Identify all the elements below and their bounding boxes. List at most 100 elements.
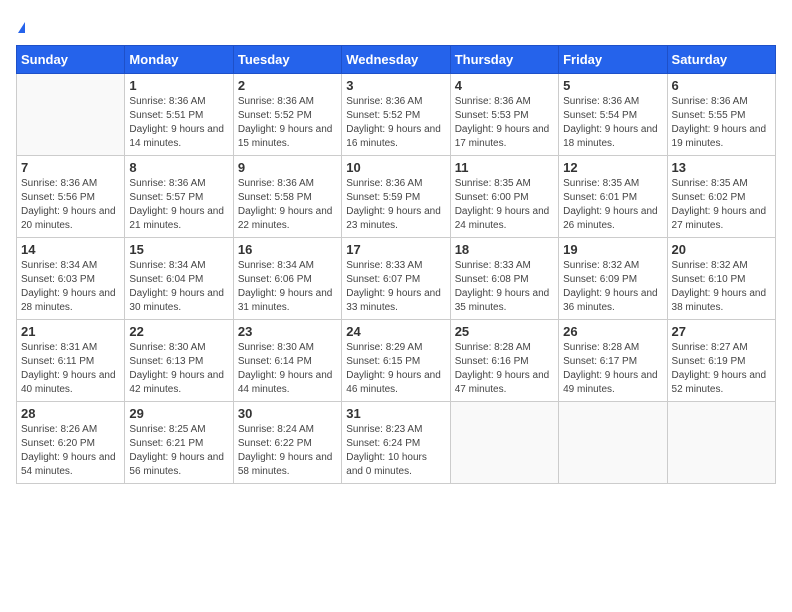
sun-info: Sunrise: 8:25 AMSunset: 6:21 PMDaylight:… (129, 423, 228, 479)
calendar-week-row: 1 Sunrise: 8:36 AMSunset: 5:51 PMDaylight… (17, 74, 776, 156)
day-number: 26 (563, 324, 662, 339)
day-number: 12 (563, 160, 662, 175)
sun-info: Sunrise: 8:36 AMSunset: 5:52 PMDaylight:… (346, 95, 445, 151)
day-number: 5 (563, 78, 662, 93)
sun-info: Sunrise: 8:35 AMSunset: 6:00 PMDaylight:… (455, 177, 554, 233)
sun-info: Sunrise: 8:36 AMSunset: 5:52 PMDaylight:… (238, 95, 337, 151)
calendar-table: SundayMondayTuesdayWednesdayThursdayFrid… (16, 45, 776, 484)
calendar-day-cell (17, 74, 125, 156)
sun-info: Sunrise: 8:33 AMSunset: 6:08 PMDaylight:… (455, 259, 554, 315)
calendar-day-cell: 16Sunrise: 8:34 AMSunset: 6:06 PMDayligh… (233, 238, 341, 320)
sun-info: Sunrise: 8:36 AMSunset: 5:58 PMDaylight:… (238, 177, 337, 233)
calendar-week-row: 28 Sunrise: 8:26 AMSunset: 6:20 PMDayligh… (17, 402, 776, 484)
day-number: 16 (238, 242, 337, 257)
weekday-header: Tuesday (233, 46, 341, 74)
calendar-day-cell: 4 Sunrise: 8:36 AMSunset: 5:53 PMDaylight… (450, 74, 558, 156)
day-number: 9 (238, 160, 337, 175)
sun-info: Sunrise: 8:34 AMSunset: 6:04 PMDaylight:… (129, 259, 228, 315)
day-number: 27 (672, 324, 771, 339)
day-number: 22 (129, 324, 228, 339)
day-number: 13 (672, 160, 771, 175)
day-number: 29 (129, 406, 228, 421)
sun-info: Sunrise: 8:26 AMSunset: 6:20 PMDaylight:… (21, 423, 120, 479)
calendar-day-cell: 10 Sunrise: 8:36 AMSunset: 5:59 PMDayligh… (342, 156, 450, 238)
calendar-day-cell: 22 Sunrise: 8:30 AMSunset: 6:13 PMDayligh… (125, 320, 233, 402)
sun-info: Sunrise: 8:32 AMSunset: 6:09 PMDaylight:… (563, 259, 662, 315)
calendar-day-cell: 30 Sunrise: 8:24 AMSunset: 6:22 PMDayligh… (233, 402, 341, 484)
calendar-week-row: 14Sunrise: 8:34 AMSunset: 6:03 PMDayligh… (17, 238, 776, 320)
calendar-day-cell: 25 Sunrise: 8:28 AMSunset: 6:16 PMDayligh… (450, 320, 558, 402)
calendar-day-cell: 7 Sunrise: 8:36 AMSunset: 5:56 PMDaylight… (17, 156, 125, 238)
weekday-header: Friday (559, 46, 667, 74)
calendar-day-cell: 31 Sunrise: 8:23 AMSunset: 6:24 PMDayligh… (342, 402, 450, 484)
sun-info: Sunrise: 8:36 AMSunset: 5:56 PMDaylight:… (21, 177, 120, 233)
day-number: 10 (346, 160, 445, 175)
day-number: 4 (455, 78, 554, 93)
calendar-day-cell: 26 Sunrise: 8:28 AMSunset: 6:17 PMDayligh… (559, 320, 667, 402)
day-number: 25 (455, 324, 554, 339)
sun-info: Sunrise: 8:36 AMSunset: 5:53 PMDaylight:… (455, 95, 554, 151)
day-number: 1 (129, 78, 228, 93)
sun-info: Sunrise: 8:36 AMSunset: 5:55 PMDaylight:… (672, 95, 771, 151)
weekday-header-row: SundayMondayTuesdayWednesdayThursdayFrid… (17, 46, 776, 74)
day-number: 23 (238, 324, 337, 339)
day-number: 20 (672, 242, 771, 257)
day-number: 21 (21, 324, 120, 339)
day-number: 17 (346, 242, 445, 257)
logo-triangle (18, 22, 25, 33)
day-number: 6 (672, 78, 771, 93)
sun-info: Sunrise: 8:23 AMSunset: 6:24 PMDaylight:… (346, 423, 445, 479)
calendar-day-cell (667, 402, 775, 484)
day-number: 8 (129, 160, 228, 175)
day-number: 11 (455, 160, 554, 175)
calendar-day-cell: 3 Sunrise: 8:36 AMSunset: 5:52 PMDaylight… (342, 74, 450, 156)
calendar-day-cell: 23 Sunrise: 8:30 AMSunset: 6:14 PMDayligh… (233, 320, 341, 402)
calendar-week-row: 21Sunrise: 8:31 AMSunset: 6:11 PMDayligh… (17, 320, 776, 402)
sun-info: Sunrise: 8:36 AMSunset: 5:59 PMDaylight:… (346, 177, 445, 233)
calendar-day-cell: 24Sunrise: 8:29 AMSunset: 6:15 PMDayligh… (342, 320, 450, 402)
weekday-header: Saturday (667, 46, 775, 74)
calendar-day-cell: 29 Sunrise: 8:25 AMSunset: 6:21 PMDayligh… (125, 402, 233, 484)
day-number: 30 (238, 406, 337, 421)
sun-info: Sunrise: 8:35 AMSunset: 6:02 PMDaylight:… (672, 177, 771, 233)
sun-info: Sunrise: 8:28 AMSunset: 6:16 PMDaylight:… (455, 341, 554, 397)
weekday-header: Wednesday (342, 46, 450, 74)
calendar-day-cell: 21Sunrise: 8:31 AMSunset: 6:11 PMDayligh… (17, 320, 125, 402)
calendar-day-cell: 13 Sunrise: 8:35 AMSunset: 6:02 PMDayligh… (667, 156, 775, 238)
day-number: 2 (238, 78, 337, 93)
weekday-header: Sunday (17, 46, 125, 74)
calendar-day-cell (450, 402, 558, 484)
calendar-day-cell: 20 Sunrise: 8:32 AMSunset: 6:10 PMDayligh… (667, 238, 775, 320)
logo-text (16, 16, 25, 37)
calendar-day-cell: 8Sunrise: 8:36 AMSunset: 5:57 PMDaylight… (125, 156, 233, 238)
sun-info: Sunrise: 8:35 AMSunset: 6:01 PMDaylight:… (563, 177, 662, 233)
day-number: 31 (346, 406, 445, 421)
sun-info: Sunrise: 8:24 AMSunset: 6:22 PMDaylight:… (238, 423, 337, 479)
day-number: 3 (346, 78, 445, 93)
day-number: 28 (21, 406, 120, 421)
logo (16, 16, 25, 37)
sun-info: Sunrise: 8:30 AMSunset: 6:14 PMDaylight:… (238, 341, 337, 397)
calendar-day-cell: 19 Sunrise: 8:32 AMSunset: 6:09 PMDayligh… (559, 238, 667, 320)
calendar-day-cell: 14Sunrise: 8:34 AMSunset: 6:03 PMDayligh… (17, 238, 125, 320)
calendar-day-cell: 28 Sunrise: 8:26 AMSunset: 6:20 PMDayligh… (17, 402, 125, 484)
calendar-week-row: 7 Sunrise: 8:36 AMSunset: 5:56 PMDaylight… (17, 156, 776, 238)
day-number: 24 (346, 324, 445, 339)
calendar-day-cell (559, 402, 667, 484)
calendar-day-cell: 2 Sunrise: 8:36 AMSunset: 5:52 PMDaylight… (233, 74, 341, 156)
calendar-day-cell: 6 Sunrise: 8:36 AMSunset: 5:55 PMDaylight… (667, 74, 775, 156)
day-number: 14 (21, 242, 120, 257)
calendar-day-cell: 11 Sunrise: 8:35 AMSunset: 6:00 PMDayligh… (450, 156, 558, 238)
day-number: 7 (21, 160, 120, 175)
sun-info: Sunrise: 8:36 AMSunset: 5:51 PMDaylight:… (129, 95, 228, 151)
calendar-day-cell: 17Sunrise: 8:33 AMSunset: 6:07 PMDayligh… (342, 238, 450, 320)
sun-info: Sunrise: 8:28 AMSunset: 6:17 PMDaylight:… (563, 341, 662, 397)
calendar-day-cell: 5Sunrise: 8:36 AMSunset: 5:54 PMDaylight… (559, 74, 667, 156)
weekday-header: Thursday (450, 46, 558, 74)
day-number: 19 (563, 242, 662, 257)
weekday-header: Monday (125, 46, 233, 74)
calendar-day-cell: 15Sunrise: 8:34 AMSunset: 6:04 PMDayligh… (125, 238, 233, 320)
sun-info: Sunrise: 8:32 AMSunset: 6:10 PMDaylight:… (672, 259, 771, 315)
calendar-day-cell: 9 Sunrise: 8:36 AMSunset: 5:58 PMDaylight… (233, 156, 341, 238)
sun-info: Sunrise: 8:30 AMSunset: 6:13 PMDaylight:… (129, 341, 228, 397)
